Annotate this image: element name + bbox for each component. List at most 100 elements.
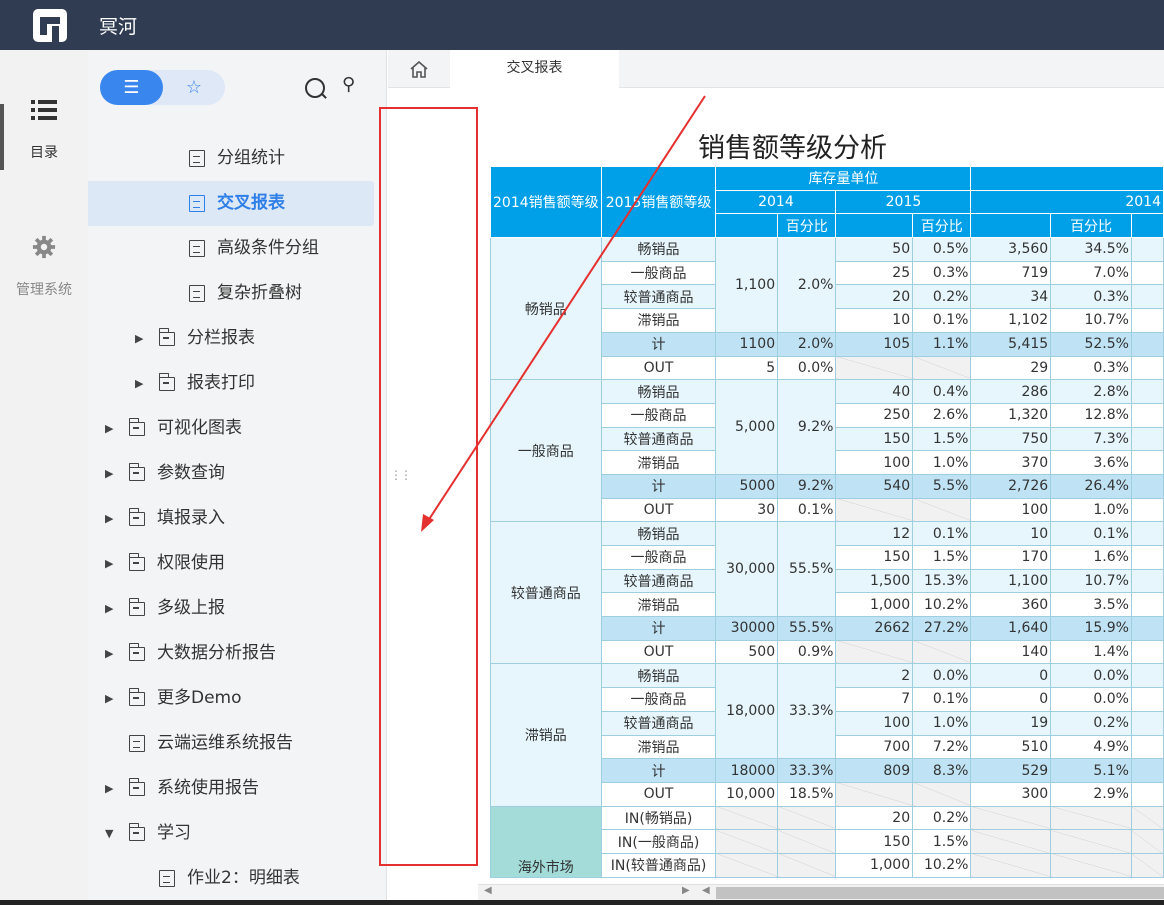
column-header: 2015销售额等级 [600, 165, 717, 239]
caret-down-icon[interactable]: ▼ [105, 811, 113, 856]
table-cell: 26.4% [1050, 473, 1132, 499]
list-view-button[interactable]: ☰ [100, 70, 163, 105]
tree-item[interactable]: ▼ 学习 [88, 811, 374, 856]
tree-item[interactable]: 高级条件分组 [88, 226, 374, 271]
row-sub-label: 一般商品 [600, 545, 717, 570]
caret-right-icon[interactable]: ▶ [105, 496, 113, 541]
table-cell: 30000 [715, 616, 779, 641]
search-icon[interactable] [305, 78, 325, 98]
row-sub-label: 畅销品 [600, 663, 717, 689]
tree-item[interactable]: ▶ 参数查询 [88, 451, 374, 496]
empty-cell [970, 829, 1052, 854]
tree-item[interactable]: ▶ 分栏报表 [88, 316, 374, 361]
empty-cell [715, 829, 779, 854]
cross-report-table: 2014销售额等级 2015销售额等级 库存量单位 2014 2015 2014 百分比 百分… [490, 165, 1164, 878]
tree-item[interactable]: ▶ 大数据分析报告 [88, 631, 374, 676]
tree-item-label: 填报录入 [157, 508, 225, 528]
table-cell: 250 [835, 402, 914, 428]
total-label: 计 [600, 331, 717, 357]
row-group-label: 畅销品 [490, 237, 602, 381]
column-header: 百分比 [777, 213, 837, 239]
table-cell: 33.3% [777, 758, 837, 783]
caret-right-icon[interactable]: ▶ [105, 586, 113, 631]
tree-item[interactable]: 云端运维系统报告 [88, 721, 374, 766]
home-tab[interactable] [388, 50, 450, 88]
rail-catalog[interactable]: 目录 [0, 98, 88, 162]
empty-cell [777, 829, 837, 854]
caret-right-icon[interactable]: ▶ [105, 766, 113, 811]
empty-cell [715, 852, 779, 878]
row-group-label: 一般商品 [490, 379, 602, 523]
row-sub-label: 畅销品 [600, 237, 717, 262]
table-cell: 29 [970, 355, 1052, 381]
tree-item[interactable]: 复杂折叠树 [88, 271, 374, 316]
table-cell: 15.9% [1050, 616, 1132, 641]
table-cell: 9.2% [777, 473, 837, 499]
tree-item[interactable]: ▶ 系统使用报告 [88, 766, 374, 811]
table-cell: 0.0% [1050, 663, 1132, 689]
table-cell: 0.1% [777, 497, 837, 523]
tree-item[interactable]: ▶ 多级上报 [88, 586, 374, 631]
app-logo[interactable] [33, 9, 67, 42]
table-cell: 10.7% [1050, 568, 1132, 594]
scrollbar-thumb[interactable] [716, 887, 1164, 899]
table-row: 滞销品 畅销品 18,000 33.3% 2 0.0% 0 0.0% [490, 663, 1164, 807]
favorites-button[interactable]: ☆ [163, 70, 225, 105]
table-cell: 719 [970, 260, 1052, 286]
caret-right-icon[interactable]: ▶ [105, 451, 113, 496]
tree-item[interactable]: 分组统计 [88, 136, 374, 181]
table-cell: 1.0% [912, 450, 972, 475]
table-cell: 34.5% [1050, 237, 1132, 262]
out-label: OUT [600, 639, 717, 665]
directory-tree-panel: ☰ ☆ ⚲ 分组统计 交叉报表 高级条件分组 复杂折叠树 ▶ 分栏报表 ▶ 报表打印 ▶ 可视化图… [88, 50, 387, 905]
pin-icon[interactable]: ⚲ [342, 74, 355, 95]
empty-cell [777, 805, 837, 831]
empty-cell [1050, 852, 1132, 878]
table-cell: 10.2% [912, 852, 972, 878]
tree-item[interactable]: ▶ 可视化图表 [88, 406, 374, 451]
table-cell: 286 [970, 379, 1052, 404]
table-cell: 700 [835, 734, 914, 760]
tree-item[interactable]: ▶ 报表打印 [88, 361, 374, 406]
table-cell: 10.2% [912, 592, 972, 618]
table-cell: 150 [835, 829, 914, 854]
caret-right-icon[interactable]: ▶ [105, 541, 113, 586]
table-cell [1130, 473, 1164, 499]
caret-right-icon[interactable]: ▶ [135, 316, 143, 361]
table-cell: 100 [835, 450, 914, 475]
scroll-left-icon[interactable]: ◀ [484, 885, 492, 896]
caret-right-icon[interactable]: ▶ [105, 406, 113, 451]
row-sub-label: 滞销品 [600, 592, 717, 618]
table-cell: 0.1% [912, 687, 972, 712]
tree-item-label: 学习 [157, 823, 191, 843]
caret-right-icon[interactable]: ▶ [135, 361, 143, 406]
caret-right-icon[interactable]: ▶ [105, 631, 113, 676]
caret-right-icon[interactable]: ▶ [105, 676, 113, 721]
table-cell: 750 [970, 426, 1052, 452]
table-cell: 1.5% [912, 545, 972, 570]
tree-item[interactable]: ▶ 权限使用 [88, 541, 374, 586]
row-sub-label: IN(较普通商品) [600, 852, 717, 878]
table-cell: 19 [970, 710, 1052, 736]
tab-cross-report[interactable]: 交叉报表 [450, 50, 619, 88]
tree-item[interactable]: ▶ 更多Demo [88, 676, 374, 721]
folder-icon [128, 688, 145, 706]
table-cell: 100 [835, 710, 914, 736]
tree-item[interactable]: ▶ 填报录入 [88, 496, 374, 541]
table-cell [1130, 426, 1164, 452]
tree-item[interactable]: 作业2：明细表 [88, 856, 374, 901]
row-sub-label: 畅销品 [600, 521, 717, 546]
table-cell: 1.0% [1050, 497, 1132, 523]
table-cell: 1.5% [912, 829, 972, 854]
home-icon [410, 60, 428, 78]
scroll-left-icon[interactable]: ◀ [702, 885, 710, 896]
document-icon [129, 735, 145, 752]
tree-item-label: 参数查询 [157, 463, 225, 483]
table-cell [1130, 568, 1164, 594]
tree-item[interactable]: 交叉报表 [88, 181, 374, 226]
horizontal-scrollbar[interactable]: ◀ ▶ ◀ [478, 884, 1164, 901]
table-cell: 18,000 [715, 663, 779, 760]
table-cell: 0.5% [912, 237, 972, 262]
scroll-right-icon[interactable]: ▶ [682, 885, 690, 896]
rail-manage[interactable]: 管理系统 [0, 235, 88, 299]
